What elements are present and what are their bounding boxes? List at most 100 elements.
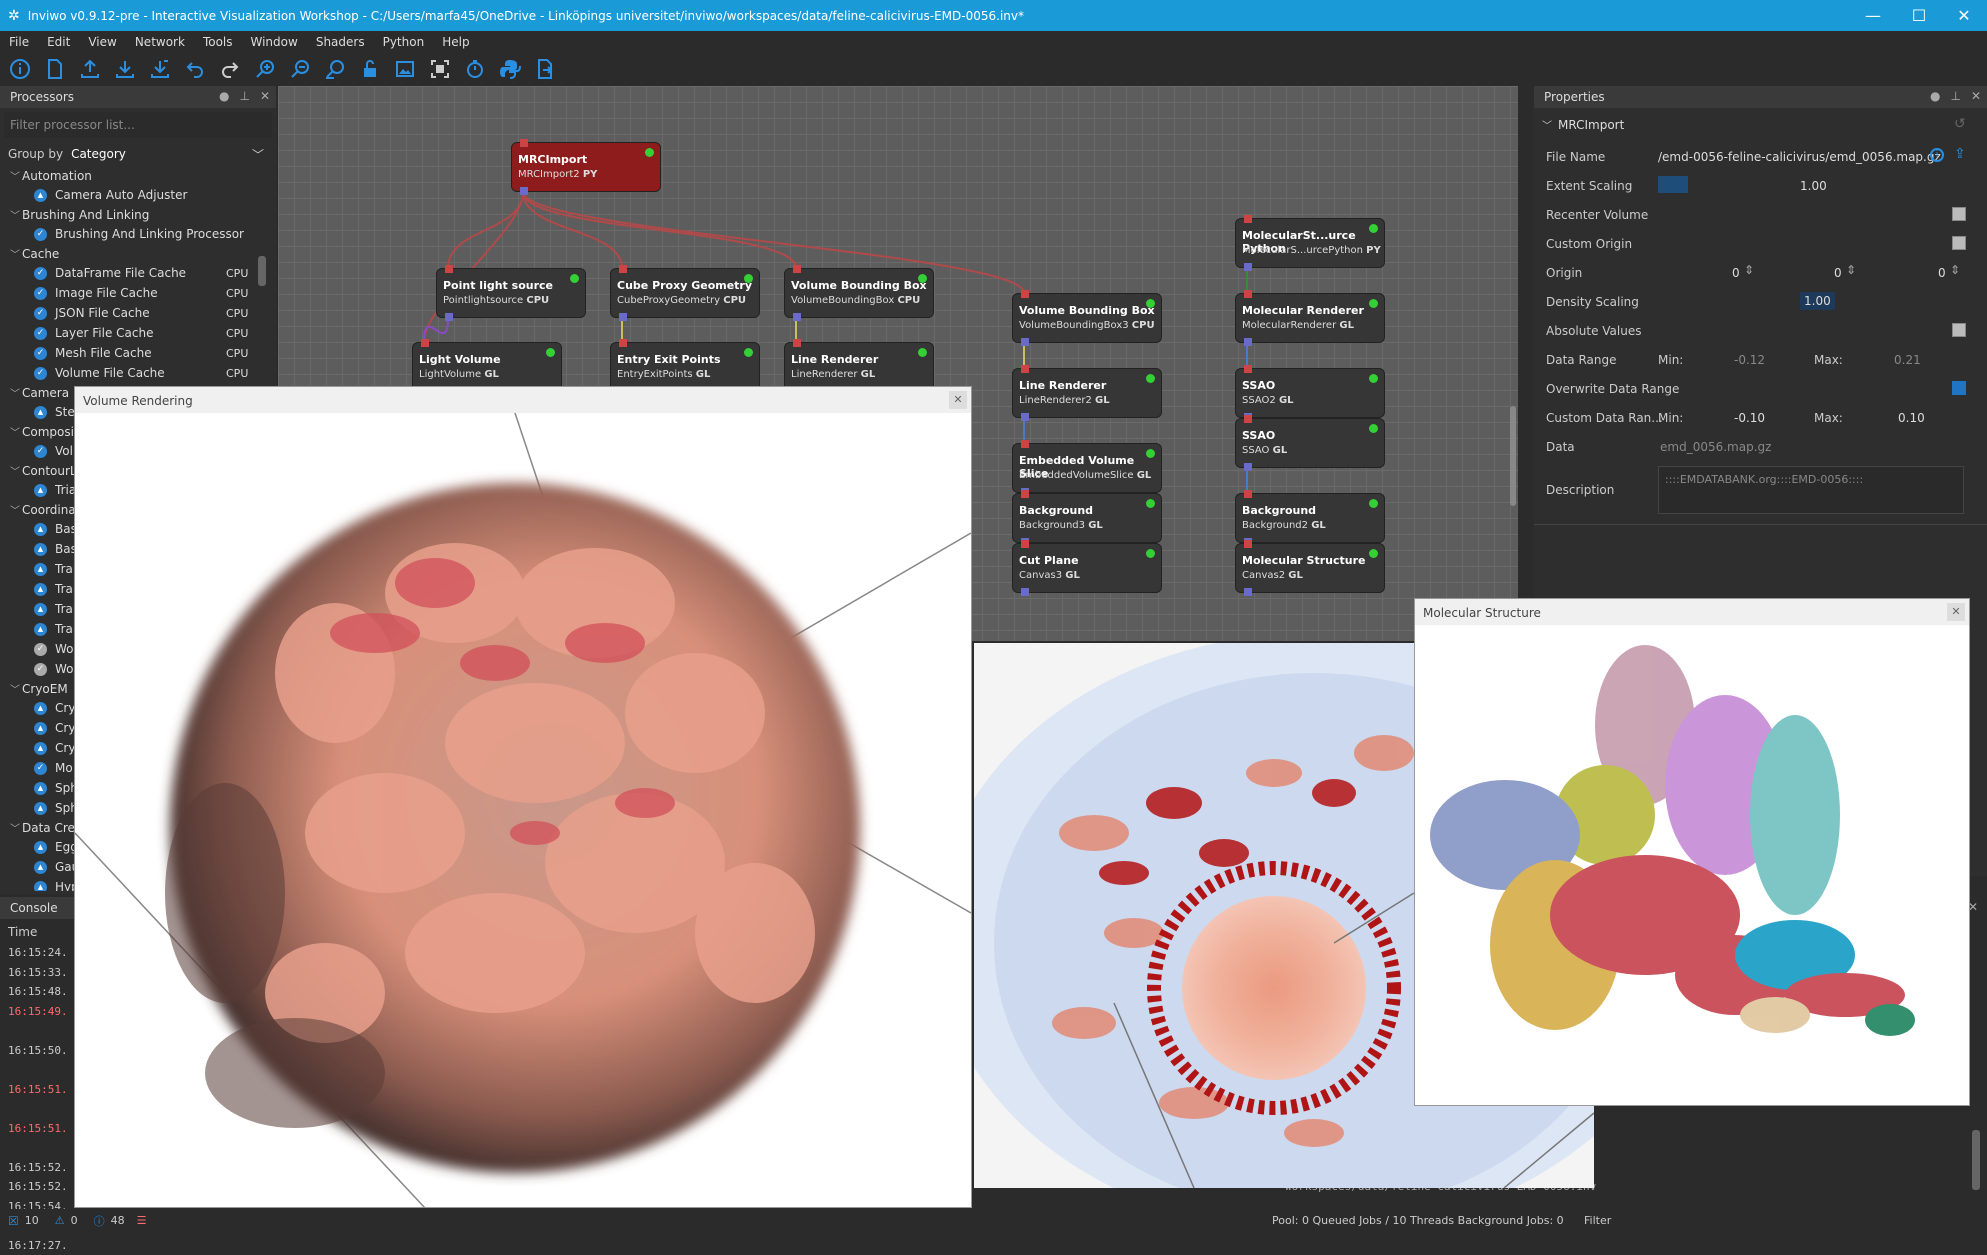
processor-node-cpg[interactable]: Cube Proxy GeometryCubeProxyGeometry CPU xyxy=(610,268,760,318)
info-icon[interactable]: ⓘ xyxy=(94,1213,105,1229)
close-icon[interactable]: ✕ xyxy=(949,391,967,409)
chevron-down-icon[interactable]: ﹀ xyxy=(10,424,22,439)
origin-y-field[interactable]: 0 xyxy=(1834,266,1842,280)
menu-file[interactable]: File xyxy=(0,35,38,49)
export-button[interactable] xyxy=(531,55,559,83)
description-textarea[interactable]: ::::EMDATABANK.org::::EMD-0056:::: xyxy=(1658,466,1964,514)
menu-help[interactable]: Help xyxy=(433,35,478,49)
tree-scrollbar[interactable] xyxy=(258,256,266,286)
processor-node-mr[interactable]: Molecular RendererMolecularRenderer GL xyxy=(1235,293,1385,343)
outport[interactable] xyxy=(1244,338,1252,346)
pin-icon[interactable]: ⊥ xyxy=(1950,89,1960,103)
extent-scaling-slider[interactable] xyxy=(1658,176,1688,193)
filter-input[interactable]: Filter xyxy=(1584,1214,1611,1227)
redo-button[interactable] xyxy=(216,55,244,83)
chevron-down-icon[interactable]: ﹀ xyxy=(10,502,22,517)
inport[interactable] xyxy=(1244,215,1252,223)
tree-category[interactable]: ﹀Automation xyxy=(0,166,276,185)
menu-network[interactable]: Network xyxy=(126,35,194,49)
extent-scaling-value[interactable]: 1.00 xyxy=(1800,179,1827,193)
custom-range-min-value[interactable]: -0.10 xyxy=(1734,411,1765,425)
processor-node-evs[interactable]: Embedded Volume SliceEmbeddedVolumeSlice… xyxy=(1012,443,1162,493)
file-name-value[interactable]: /emd-0056-feline-calicivirus/emd_0056.ma… xyxy=(1658,150,1941,164)
absolute-values-checkbox[interactable] xyxy=(1952,323,1966,337)
inport[interactable] xyxy=(1244,415,1252,423)
tree-category[interactable]: ﹀Brushing And Linking xyxy=(0,205,276,224)
tree-item[interactable]: ✓Image File CacheCPU xyxy=(0,283,276,303)
inport[interactable] xyxy=(619,339,627,347)
processor-filter-input[interactable]: Filter processor list... xyxy=(4,112,272,138)
maximize-button[interactable]: ☐ xyxy=(1896,0,1942,31)
processor-node-ms[interactable]: Molecular StructureCanvas2 GL xyxy=(1235,543,1385,593)
error-icon[interactable]: ☒ xyxy=(8,1214,19,1228)
inport[interactable] xyxy=(520,139,528,147)
inport[interactable] xyxy=(1244,540,1252,548)
tree-item[interactable]: ▲Camera Auto Adjuster xyxy=(0,185,276,205)
origin-y-spin-icon[interactable]: ⇕ xyxy=(1846,263,1856,277)
molecular-structure-window[interactable]: Molecular Structure ✕ xyxy=(1414,598,1970,1106)
origin-z-spin-icon[interactable]: ⇕ xyxy=(1950,263,1960,277)
tree-item[interactable]: ✓JSON File CacheCPU xyxy=(0,303,276,323)
processor-node-vbb3[interactable]: Volume Bounding BoxVolumeBoundingBox3 CP… xyxy=(1012,293,1162,343)
origin-z-field[interactable]: 0 xyxy=(1938,266,1946,280)
origin-x-spin-icon[interactable]: ⇕ xyxy=(1744,263,1754,277)
chevron-down-icon[interactable]: ﹀ xyxy=(10,681,22,696)
outport[interactable] xyxy=(445,313,453,321)
clear-log-icon[interactable]: ☰ xyxy=(137,1214,147,1227)
zoom-in-button[interactable] xyxy=(251,55,279,83)
warning-icon[interactable]: ⚠ xyxy=(55,1214,65,1227)
chevron-down-icon[interactable]: ﹀ xyxy=(10,385,22,400)
processor-node-ssao2[interactable]: SSAOSSAO2 GL xyxy=(1235,368,1385,418)
chevron-down-icon[interactable]: ﹀ xyxy=(10,246,22,261)
tree-item[interactable]: ✓Volume File CacheCPU xyxy=(0,363,276,383)
outport[interactable] xyxy=(1021,338,1029,346)
processor-node-vbb[interactable]: Volume Bounding BoxVolumeBoundingBox CPU xyxy=(784,268,934,318)
inport[interactable] xyxy=(619,265,627,273)
dock-float-icon[interactable]: ● xyxy=(1930,89,1940,103)
processor-node-msp[interactable]: MolecularSt...urce PythonMolecularS...ur… xyxy=(1235,218,1385,268)
timer-button[interactable] xyxy=(461,55,489,83)
outport[interactable] xyxy=(1021,413,1029,421)
processor-node-lr[interactable]: Line RendererLineRenderer GL xyxy=(784,342,934,392)
processor-node-bg3[interactable]: BackgroundBackground3 GL xyxy=(1012,493,1162,543)
inport[interactable] xyxy=(1021,290,1029,298)
pin-icon[interactable]: ⊥ xyxy=(239,89,249,103)
save-as-button[interactable] xyxy=(146,55,174,83)
chevron-down-icon[interactable]: ﹀ xyxy=(10,168,22,183)
inport[interactable] xyxy=(1021,490,1029,498)
close-icon[interactable]: ✕ xyxy=(260,89,270,103)
new-workspace-button[interactable] xyxy=(41,55,69,83)
chevron-down-icon[interactable]: ﹀ xyxy=(252,146,264,163)
recenter-volume-checkbox[interactable] xyxy=(1952,207,1966,221)
custom-range-max-value[interactable]: 0.10 xyxy=(1898,411,1925,425)
menu-edit[interactable]: Edit xyxy=(38,35,79,49)
processor-node-cp[interactable]: Cut PlaneCanvas3 GL xyxy=(1012,543,1162,593)
menu-tools[interactable]: Tools xyxy=(194,35,242,49)
group-by-select[interactable]: Category xyxy=(71,147,126,161)
section-chevron-icon[interactable]: ﹀ xyxy=(1542,117,1552,132)
console-scrollbar[interactable] xyxy=(1972,1130,1980,1190)
info-icon[interactable]: i xyxy=(1930,148,1944,162)
overwrite-range-checkbox[interactable] xyxy=(1952,381,1966,395)
outport[interactable] xyxy=(793,313,801,321)
outport[interactable] xyxy=(1244,588,1252,596)
menu-python[interactable]: Python xyxy=(374,35,434,49)
inport[interactable] xyxy=(1021,365,1029,373)
tree-item[interactable]: ✓Layer File CacheCPU xyxy=(0,323,276,343)
processor-node-ssao[interactable]: SSAOSSAO GL xyxy=(1235,418,1385,468)
minimize-button[interactable]: — xyxy=(1850,0,1896,31)
inport[interactable] xyxy=(421,339,429,347)
inport[interactable] xyxy=(793,339,801,347)
close-icon[interactable]: ✕ xyxy=(1971,89,1981,103)
volume-rendering-window[interactable]: Volume Rendering ✕ xyxy=(74,386,972,1208)
properties-section-title[interactable]: MRCImport xyxy=(1558,118,1624,132)
menu-shaders[interactable]: Shaders xyxy=(307,35,374,49)
outport[interactable] xyxy=(1244,463,1252,471)
zoom-out-button[interactable] xyxy=(286,55,314,83)
chevron-down-icon[interactable]: ﹀ xyxy=(10,820,22,835)
volume-render-view[interactable] xyxy=(75,413,971,1208)
about-button[interactable] xyxy=(6,55,34,83)
menu-view[interactable]: View xyxy=(79,35,125,49)
open-button[interactable] xyxy=(76,55,104,83)
capture-button[interactable] xyxy=(426,55,454,83)
